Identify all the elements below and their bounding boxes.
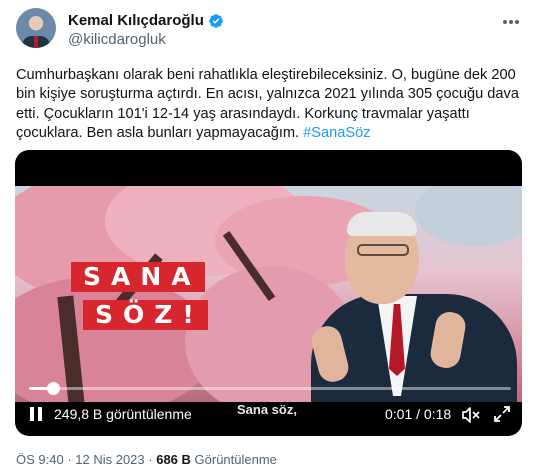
meta-separator: · <box>63 452 76 466</box>
video-controls: 249,8 B görüntülenme Sana söz, 0:01 / 0:… <box>15 402 522 428</box>
avatar-tie <box>34 36 38 48</box>
blossom-cluster <box>415 186 522 246</box>
video-frame[interactable]: SANA SÖZ! <box>15 186 522 402</box>
author-handle[interactable]: @kilicdarogluk <box>68 31 166 48</box>
tweet-body: Cumhurbaşkanı olarak beni rahatlıkla ele… <box>16 67 519 142</box>
progress-bar[interactable] <box>29 382 511 395</box>
tweet-date[interactable]: 12 Nis 2023 <box>75 452 144 466</box>
author-name[interactable]: Kemal Kılıçdaroğlu <box>68 12 204 29</box>
overlay-text-line2: SÖZ! <box>83 300 208 330</box>
video-caption: Sana söz, <box>237 402 297 417</box>
tweet-view-label: Görüntülenme <box>190 452 277 466</box>
speaker-hair <box>347 212 417 236</box>
pause-icon[interactable] <box>28 405 44 423</box>
tweet-view-count: 686 B <box>156 452 191 466</box>
tweet-meta: ÖS 9:40 · 12 Nis 2023 · 686 B Görüntülen… <box>16 452 277 466</box>
view-count: 249,8 B görüntülenme <box>54 406 192 422</box>
more-options-icon[interactable] <box>501 12 521 32</box>
tweet-text: Cumhurbaşkanı olarak beni rahatlıkla ele… <box>16 66 521 144</box>
author-name-row: Kemal Kılıçdaroğlu <box>68 12 224 29</box>
overlay-text-line1: SANA <box>71 262 205 292</box>
speaker-glasses <box>357 244 409 256</box>
author-avatar[interactable] <box>16 8 56 48</box>
video-player[interactable]: SANA SÖZ! 249,8 B görüntülenme Sana söz,… <box>15 150 522 436</box>
fullscreen-icon[interactable] <box>493 405 511 423</box>
video-time: 0:01 / 0:18 <box>385 406 452 422</box>
speaker-mute-icon[interactable] <box>461 406 481 424</box>
tweet-time[interactable]: ÖS 9:40 <box>16 452 64 466</box>
meta-separator: · <box>144 452 157 466</box>
verified-badge-icon <box>209 13 223 28</box>
hashtag-link[interactable]: #SanaSöz <box>303 125 370 141</box>
progress-handle[interactable] <box>47 382 61 395</box>
